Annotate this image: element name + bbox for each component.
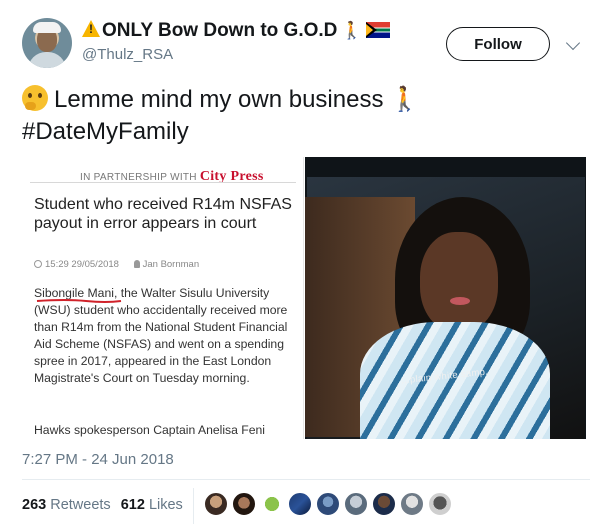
avatar-shirt [28, 52, 66, 68]
woman-lips [450, 297, 470, 305]
tweet-stats: 263 Retweets 612 Likes [22, 497, 183, 513]
person-icon [133, 260, 140, 268]
woman-face [420, 232, 498, 332]
liker-avatar[interactable] [288, 492, 312, 516]
video-still[interactable]: ...plain white samp. [305, 157, 586, 439]
tweet-media[interactable]: IN PARTNERSHIP WITH City Press Student wh… [22, 157, 586, 439]
liker-avatar[interactable] [344, 492, 368, 516]
stats-vertical-divider [193, 488, 194, 524]
article-divider [30, 182, 296, 183]
liker-avatar[interactable] [428, 492, 452, 516]
south-africa-flag-icon [365, 22, 390, 38]
article-footer-text: Hawks spokesperson Captain Anelisa Feni [34, 423, 266, 437]
tweet-text: Lemme mind my own business 🚶 #DateMyFamil… [22, 84, 592, 148]
liker-avatar[interactable] [316, 492, 340, 516]
article-title: Student who received R14m NSFAS payout i… [34, 196, 292, 232]
article-author-wrap: Jan Bornman [133, 259, 200, 270]
retweets-count: 263 [22, 497, 47, 513]
chevron-down-icon[interactable] [565, 35, 581, 51]
likes-stat[interactable]: 612 Likes [121, 497, 183, 513]
liker-avatar[interactable] [372, 492, 396, 516]
warning-icon [82, 20, 100, 37]
person-walking-icon: 🚶 [389, 86, 420, 113]
hashtag-link[interactable]: #DateMyFamily [22, 116, 592, 148]
likes-count: 612 [120, 497, 145, 513]
article-time: 15:29 29/05/2018 [45, 259, 119, 270]
display-name-text: ONLY Bow Down to G.O.D [102, 20, 338, 41]
retweets-label: Retweets [50, 497, 111, 513]
tweet-timestamp[interactable]: 7:27 PM - 24 Jun 2018 [22, 451, 174, 468]
clock-icon [34, 260, 42, 268]
thinking-face-icon [22, 85, 48, 111]
avatar-cap [33, 22, 61, 33]
article-screenshot[interactable]: IN PARTNERSHIP WITH City Press Student wh… [22, 157, 304, 439]
user-handle[interactable]: @Thulz_RSA [82, 46, 173, 63]
liker-avatar[interactable] [232, 492, 256, 516]
likes-label: Likes [148, 497, 183, 513]
display-name[interactable]: ONLY Bow Down to G.O.D🚶 [82, 20, 390, 42]
tweet-line-1: Lemme mind my own business 🚶 [22, 84, 592, 116]
tweet-header: ONLY Bow Down to G.O.D🚶 @Thulz_RSA Follo… [0, 0, 612, 80]
liker-avatar[interactable] [400, 492, 424, 516]
avatar[interactable] [22, 18, 72, 68]
liker-avatar[interactable] [204, 492, 228, 516]
person-walking-icon: 🚶 [341, 21, 363, 40]
red-underline-mark [36, 299, 122, 303]
article-author: Jan Bornman [142, 259, 200, 270]
article-meta: 15:29 29/05/2018 Jan Bornman [34, 259, 199, 270]
stats-divider [22, 479, 590, 480]
follow-button[interactable]: Follow [446, 27, 550, 61]
liker-avatar[interactable] [260, 492, 284, 516]
tweet-line-1-text: Lemme mind my own business [54, 86, 384, 113]
retweets-stat[interactable]: 263 Retweets [22, 497, 111, 513]
